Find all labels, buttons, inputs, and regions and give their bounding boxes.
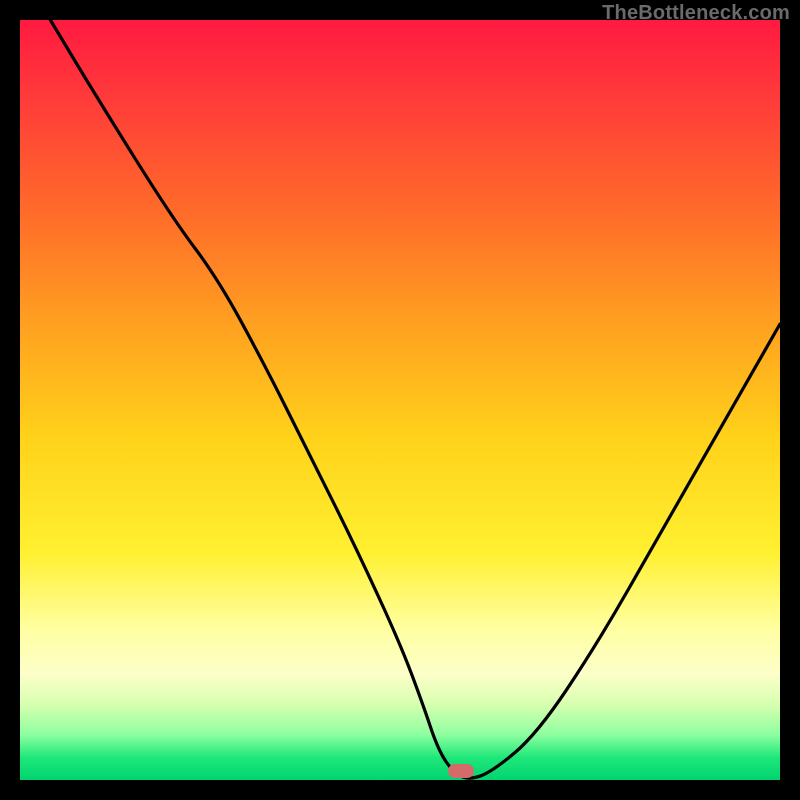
optimum-marker [448,764,474,778]
chart-frame: TheBottleneck.com [0,0,800,800]
curve-path [50,20,780,778]
plot-area [20,20,780,780]
curve-svg [20,20,780,780]
